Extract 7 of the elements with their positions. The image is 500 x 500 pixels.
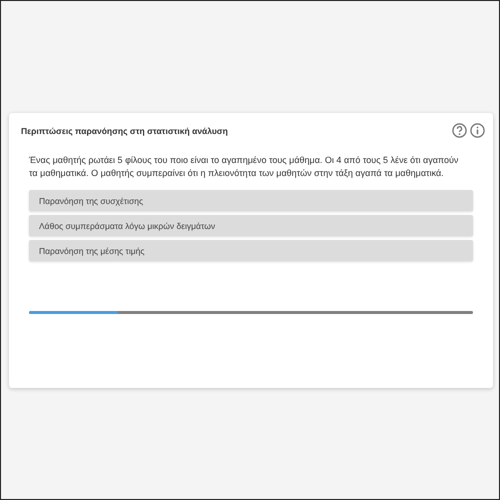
answer-option[interactable]: Παρανόηση της συσχέτισης xyxy=(29,190,473,211)
card-title: Περιπτώσεις παρανόησης στη στατιστική ανάλυση xyxy=(21,126,228,136)
question-text: Ένας μαθητής ρωτάει 5 φίλους του ποιο είναι το αγαπημένο τους μάθημα. Οι 4 από τους 5 λένε ότι αγαπούν τα μαθηματικά. Ο μαθητής συμπεραίνει ότι η πλειονότητα των μαθητών στην τάξη αγαπά τα μαθηματικά. xyxy=(29,154,459,180)
answer-option[interactable]: Παρανόηση της μέσης τιμής xyxy=(29,240,473,261)
info-icon[interactable] xyxy=(470,123,485,138)
help-icon[interactable] xyxy=(452,123,467,138)
answer-option[interactable]: Λάθος συμπεράσματα λόγω μικρών δειγμάτων xyxy=(29,215,473,236)
